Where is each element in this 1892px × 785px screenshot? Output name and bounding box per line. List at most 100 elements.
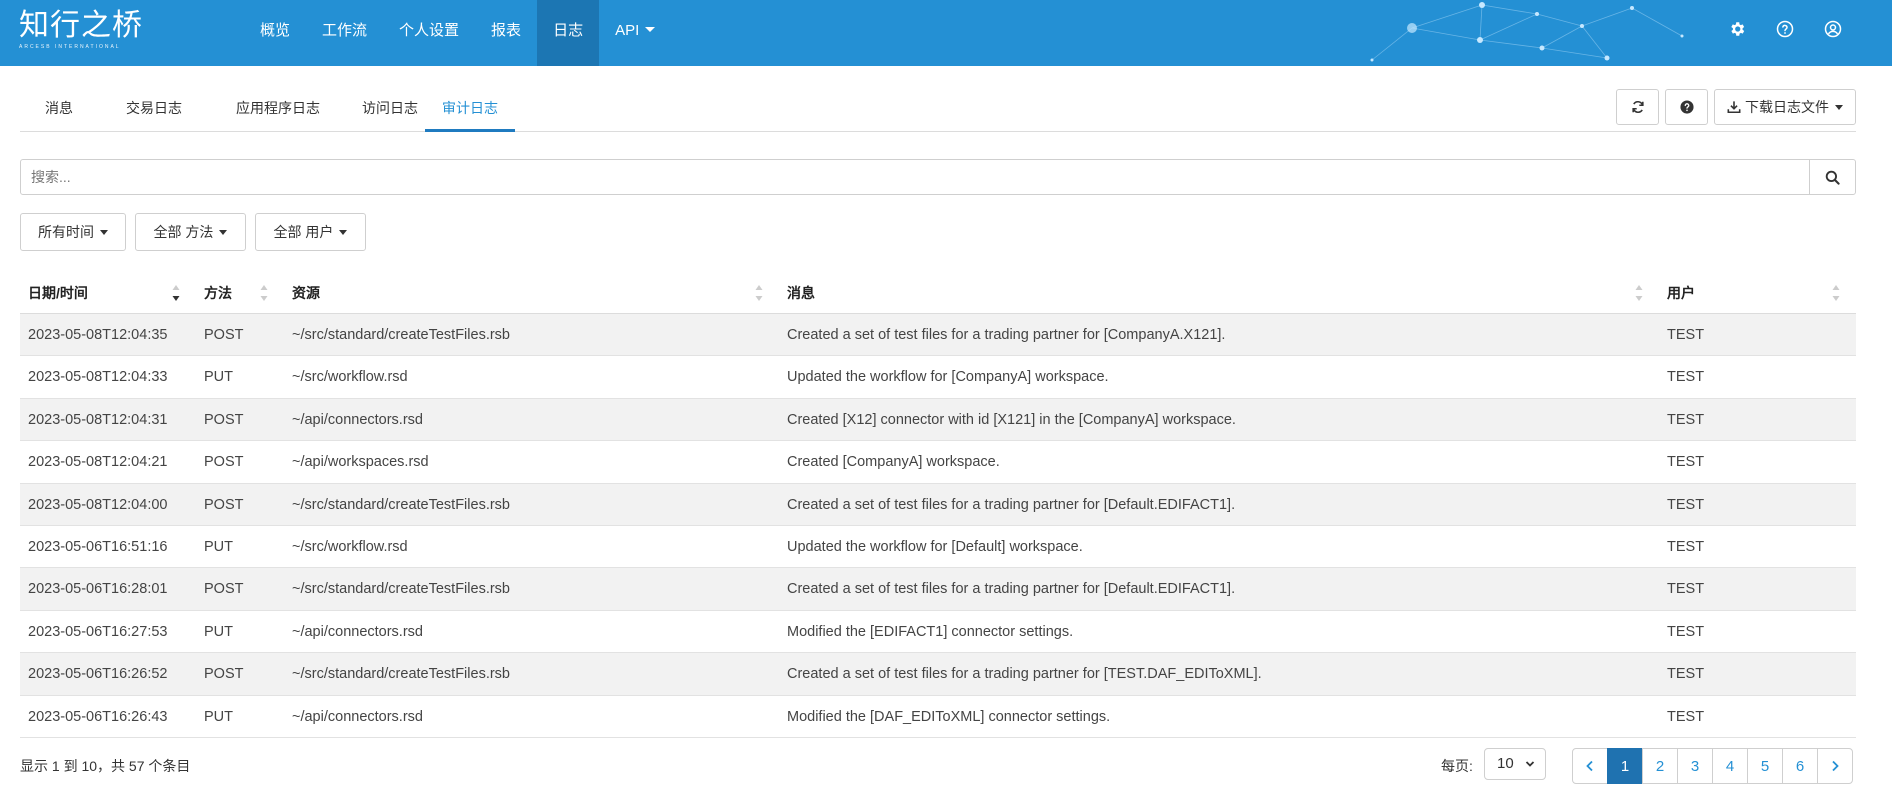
question-icon	[1679, 100, 1694, 114]
sort-icon	[1635, 285, 1643, 301]
nav-icons	[1728, 20, 1842, 38]
logo-subtext: ARCESB INTERNATIONAL	[19, 44, 121, 50]
cell-user: TEST	[1667, 327, 1705, 343]
tab-transaction-log[interactable]: 交易日志	[104, 88, 204, 132]
nav-item-logs[interactable]: 日志	[537, 0, 600, 66]
help-button[interactable]	[1665, 89, 1708, 125]
table-row[interactable]: 2023-05-06T16:51:16 PUT ~/src/workflow.r…	[20, 526, 1856, 569]
cell-resource: ~/src/standard/createTestFiles.rsb	[292, 581, 510, 598]
cell-message: Created [CompanyA] workspace.	[787, 454, 1000, 471]
column-header-message[interactable]: 消息	[779, 272, 1659, 314]
cell-resource: ~/src/standard/createTestFiles.rsb	[292, 666, 510, 683]
network-decoration	[1370, 2, 1684, 62]
logo-text: 知行之桥	[19, 8, 143, 43]
cell-message: Updated the workflow for [CompanyA] work…	[787, 369, 1109, 386]
nav-item-api[interactable]: API	[599, 0, 671, 66]
cell-resource: ~/api/connectors.rsd	[292, 623, 423, 640]
column-header-date[interactable]: 日期/时间	[20, 272, 196, 314]
page-button-6[interactable]: 6	[1782, 748, 1818, 784]
prev-page-button[interactable]	[1572, 748, 1608, 784]
search-bar	[20, 159, 1856, 195]
column-header-resource[interactable]: 资源	[284, 272, 779, 314]
cell-date: 2023-05-06T16:28:01	[28, 581, 168, 598]
cell-method: POST	[204, 666, 244, 683]
cell-date: 2023-05-08T12:04:00	[28, 496, 168, 513]
cell-method: PUT	[204, 708, 233, 725]
top-navbar: 知行之桥 ARCESB INTERNATIONAL 概览 工作流 个人设置 报表…	[0, 0, 1892, 66]
table-row[interactable]: 2023-05-06T16:26:52 POST ~/src/standard/…	[20, 653, 1856, 696]
cell-message: Modified the [DAF_EDIToXML] connector se…	[787, 708, 1111, 725]
method-filter-label: 全部 方法	[153, 224, 214, 240]
cell-date: 2023-05-06T16:26:52	[28, 666, 168, 683]
table-row[interactable]: 2023-05-08T12:04:21 POST ~/api/workspace…	[20, 441, 1856, 484]
column-header-message-label: 消息	[787, 285, 815, 301]
column-header-user[interactable]: 用户	[1659, 272, 1856, 314]
cell-user: TEST	[1667, 411, 1705, 428]
page-button-2[interactable]: 2	[1642, 748, 1678, 784]
nav-item-overview[interactable]: 概览	[244, 0, 306, 66]
cell-method: POST	[204, 581, 244, 598]
table-row[interactable]: 2023-05-08T12:04:00 POST ~/src/standard/…	[20, 483, 1856, 526]
search-icon	[1825, 170, 1840, 185]
cell-resource: ~/src/standard/createTestFiles.rsb	[292, 327, 510, 343]
nav-item-profile[interactable]: 个人设置	[383, 0, 475, 66]
main-nav: 概览 工作流 个人设置 报表 日志 API	[244, 0, 671, 66]
per-page-value: 10	[1497, 755, 1514, 772]
entries-summary: 显示 1 到 10，共 57 个条目	[20, 758, 191, 774]
cell-user: TEST	[1667, 369, 1705, 386]
cell-date: 2023-05-06T16:27:53	[28, 623, 168, 640]
time-filter-dropdown[interactable]: 所有时间	[20, 213, 126, 251]
cell-message: Created a set of test files for a tradin…	[787, 496, 1236, 513]
cell-date: 2023-05-06T16:26:43	[28, 708, 168, 725]
cell-message: Modified the [EDIFACT1] connector settin…	[787, 623, 1074, 640]
cell-date: 2023-05-08T12:04:33	[28, 369, 168, 386]
search-input[interactable]	[21, 160, 1809, 194]
nav-item-api-label: API	[615, 22, 640, 39]
help-circle-icon[interactable]	[1776, 20, 1794, 38]
brand-logo[interactable]: 知行之桥 ARCESB INTERNATIONAL	[19, 8, 143, 50]
sort-desc-icon	[172, 285, 180, 301]
page-button-4[interactable]: 4	[1712, 748, 1748, 784]
cell-user: TEST	[1667, 496, 1705, 513]
nav-item-reports[interactable]: 报表	[475, 0, 537, 66]
table-row[interactable]: 2023-05-06T16:28:01 POST ~/src/standard/…	[20, 568, 1856, 611]
cell-method: POST	[204, 454, 244, 471]
method-filter-dropdown[interactable]: 全部 方法	[135, 213, 246, 251]
table-row[interactable]: 2023-05-08T12:04:31 POST ~/api/connector…	[20, 398, 1856, 442]
table-row[interactable]: 2023-05-08T12:04:33 PUT ~/src/workflow.r…	[20, 356, 1856, 399]
user-circle-icon[interactable]	[1824, 20, 1842, 38]
refresh-button[interactable]	[1616, 89, 1659, 125]
table-row[interactable]: 2023-05-08T12:04:35 POST ~/src/standard/…	[20, 314, 1856, 357]
cell-date: 2023-05-08T12:04:35	[28, 327, 168, 343]
caret-down-icon	[645, 26, 656, 32]
cell-resource: ~/api/workspaces.rsd	[292, 454, 429, 471]
tab-messages[interactable]: 消息	[20, 88, 98, 132]
tab-audit-log[interactable]: 审计日志	[425, 88, 515, 132]
table-row[interactable]: 2023-05-06T16:27:53 PUT ~/api/connectors…	[20, 611, 1856, 654]
cell-date: 2023-05-06T16:51:16	[28, 538, 168, 555]
cell-resource: ~/api/connectors.rsd	[292, 708, 423, 725]
cell-resource: ~/src/workflow.rsd	[292, 538, 408, 555]
column-header-date-label: 日期/时间	[28, 285, 88, 301]
per-page-select[interactable]: 10	[1484, 748, 1546, 780]
next-page-button[interactable]	[1817, 748, 1853, 784]
cell-resource: ~/src/standard/createTestFiles.rsb	[292, 496, 510, 513]
cell-resource: ~/api/connectors.rsd	[292, 411, 423, 428]
cell-message: Created a set of test files for a tradin…	[787, 581, 1236, 598]
chevron-right-icon	[1832, 760, 1839, 772]
tab-application-log[interactable]: 应用程序日志	[210, 88, 346, 132]
download-log-button[interactable]: 下载日志文件	[1714, 89, 1856, 125]
search-button[interactable]	[1809, 160, 1855, 194]
page-button-1[interactable]: 1	[1607, 748, 1643, 784]
caret-down-icon	[1835, 104, 1843, 110]
cell-message: Created [X12] connector with id [X121] i…	[787, 411, 1236, 428]
page-button-5[interactable]: 5	[1747, 748, 1783, 784]
column-header-method[interactable]: 方法	[196, 272, 284, 314]
chevron-down-icon	[1525, 761, 1535, 767]
table-row[interactable]: 2023-05-06T16:26:43 PUT ~/api/connectors…	[20, 696, 1856, 738]
cell-resource: ~/src/workflow.rsd	[292, 369, 408, 386]
page-button-3[interactable]: 3	[1677, 748, 1713, 784]
nav-item-workflow[interactable]: 工作流	[306, 0, 383, 66]
gear-icon[interactable]	[1728, 20, 1746, 38]
user-filter-dropdown[interactable]: 全部 用户	[255, 213, 366, 251]
